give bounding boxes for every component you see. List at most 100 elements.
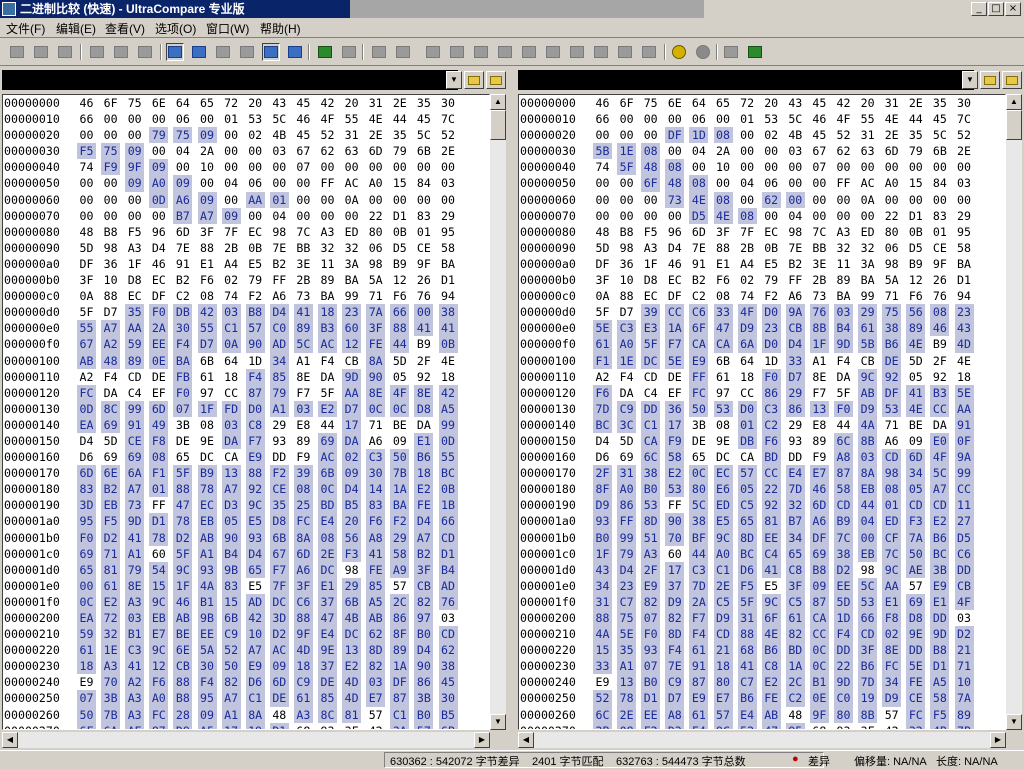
merge-left-icon[interactable] <box>370 43 388 61</box>
copy-right-icon[interactable] <box>448 43 466 61</box>
hex-byte: 00 <box>103 112 118 127</box>
settings-icon[interactable] <box>640 43 658 61</box>
next-diff-icon[interactable] <box>316 43 334 61</box>
hex-view-icon[interactable] <box>262 43 280 61</box>
right-vertical-scrollbar[interactable]: ▲ ▼ <box>1006 94 1022 730</box>
refresh-icon[interactable] <box>746 43 764 61</box>
rows-icon[interactable] <box>190 43 208 61</box>
maximize-button[interactable]: □ <box>988 2 1004 16</box>
undo-icon[interactable] <box>472 43 490 61</box>
scroll-thumb[interactable] <box>1006 110 1022 140</box>
hex-byte: 7C <box>812 224 827 239</box>
diff-byte: C5 <box>785 593 805 610</box>
diff-byte: B1 <box>125 626 145 643</box>
left-hex-view[interactable]: 00000000 46 6F 75 6E 64 65 72 20 43 45 42 20 31 2E 35 30… <box>2 94 490 730</box>
left-horizontal-scrollbar[interactable]: ◀ ▶ <box>2 732 490 748</box>
right-dropdown-arrow[interactable]: ▼ <box>962 71 978 89</box>
hex-byte: 74 <box>224 289 239 304</box>
recompare-icon[interactable] <box>616 43 634 61</box>
hex-byte: EC <box>764 224 779 239</box>
right-browse-folder-icon[interactable] <box>1002 71 1022 89</box>
scroll-right-arrow[interactable]: ▶ <box>474 732 490 748</box>
hex-row: 000001d0 43 D4 2F 17 C3 C1 D6 41 C8 B8 D2 98 9C AE 3B DD <box>519 561 1005 578</box>
diff-byte: 19 <box>858 690 878 707</box>
hex-byte: 48 <box>595 224 610 239</box>
diff-byte: 88 <box>737 626 757 643</box>
sync-icon[interactable] <box>568 43 586 61</box>
row-offset: 00000020 <box>520 128 576 143</box>
minimize-button[interactable]: _ <box>971 2 987 16</box>
columns-icon[interactable] <box>166 43 184 61</box>
diff-byte: A2 <box>125 674 145 691</box>
hex-byte: 00 <box>344 208 359 223</box>
preview-icon[interactable] <box>56 43 74 61</box>
scroll-down-arrow[interactable]: ▼ <box>1006 714 1022 730</box>
hex-byte: 00 <box>740 160 755 175</box>
app-icon[interactable] <box>2 2 16 16</box>
three-columns-icon[interactable] <box>214 43 232 61</box>
compare-icon[interactable] <box>592 43 610 61</box>
right-hex-view[interactable]: 00000000 46 6F 75 6E 64 65 72 20 43 45 42 20 31 2E 35 30… <box>518 94 1006 730</box>
hex-byte: 89 <box>320 273 335 288</box>
menu-help[interactable]: 帮助(H) <box>260 20 301 37</box>
merge-right-icon[interactable] <box>394 43 412 61</box>
hex-byte: 98 <box>368 256 383 271</box>
hex-byte: DD <box>788 450 803 465</box>
swap-icon[interactable] <box>286 43 304 61</box>
diff-byte: 2F <box>641 561 661 578</box>
row-offset: 000000c0 <box>520 289 576 304</box>
prev-diff-icon[interactable] <box>340 43 358 61</box>
highlight-icon[interactable] <box>670 43 688 61</box>
hex-row: 00000240 E9 70 A2 F6 88 F4 82 D6 6D C9 DE 4D 03 DF 86 45 <box>3 674 489 691</box>
copy-left-icon[interactable] <box>424 43 442 61</box>
menu-window[interactable]: 窗口(W) <box>206 20 249 37</box>
diff-byte: 2F <box>593 465 612 482</box>
left-open-folder-icon[interactable] <box>464 71 484 89</box>
scroll-left-arrow[interactable]: ◀ <box>518 732 534 748</box>
hex-byte: 69 <box>103 450 118 465</box>
right-horizontal-scrollbar[interactable]: ◀ ▶ <box>518 732 1006 748</box>
hex-byte: 02 <box>740 273 755 288</box>
diff-byte: 8E <box>125 577 145 594</box>
hex-byte: 4E <box>957 353 971 368</box>
hex-byte: 5A <box>368 273 383 288</box>
print-icon[interactable] <box>32 43 50 61</box>
scroll-down-arrow[interactable]: ▼ <box>490 714 506 730</box>
hex-byte: 6F <box>619 96 634 110</box>
menu-options[interactable]: 选项(O) <box>155 20 196 37</box>
scroll-up-arrow[interactable]: ▲ <box>1006 94 1022 110</box>
diff-byte: 4A <box>593 626 612 643</box>
left-browse-folder-icon[interactable] <box>486 71 506 89</box>
scroll-right-arrow[interactable]: ▶ <box>990 732 1006 748</box>
scroll-up-arrow[interactable]: ▲ <box>490 94 506 110</box>
asterisk-icon[interactable] <box>88 43 106 61</box>
hex-byte: 69 <box>619 450 634 465</box>
left-vertical-scrollbar[interactable]: ▲ ▼ <box>490 94 506 730</box>
hex-row: 00000020 00 00 00 DF 1D 08 00 02 4B 45 52 31 2E 35 5C 52 <box>519 127 1005 144</box>
three-rows-icon[interactable] <box>238 43 256 61</box>
menu-edit[interactable]: 编辑(E) <box>56 20 96 37</box>
right-open-folder-icon[interactable] <box>980 71 1000 89</box>
right-path-field[interactable] <box>518 70 974 90</box>
info-icon[interactable] <box>722 43 740 61</box>
scroll-thumb[interactable] <box>490 110 506 140</box>
diff-byte: DC <box>269 593 289 610</box>
menu-file[interactable]: 文件(F) <box>6 20 45 37</box>
save-icon[interactable] <box>520 43 538 61</box>
scroll-left-arrow[interactable]: ◀ <box>2 732 18 748</box>
hex-byte: EC <box>127 289 142 304</box>
stop-icon[interactable] <box>694 43 712 61</box>
redo-icon[interactable] <box>496 43 514 61</box>
open-icon[interactable] <box>8 43 26 61</box>
save-right-icon[interactable] <box>544 43 562 61</box>
equal-icon[interactable] <box>136 43 154 61</box>
row-offset: 00000050 <box>520 176 576 191</box>
close-button[interactable]: × <box>1005 2 1021 16</box>
left-dropdown-arrow[interactable]: ▼ <box>446 71 462 89</box>
menu-view[interactable]: 查看(V) <box>105 20 145 37</box>
left-path-field[interactable] <box>2 70 458 90</box>
diff-byte: 4E <box>761 626 781 643</box>
not-equal-icon[interactable] <box>112 43 130 61</box>
diff-byte: 8A <box>293 529 313 546</box>
diff-byte: 5E <box>665 352 685 369</box>
